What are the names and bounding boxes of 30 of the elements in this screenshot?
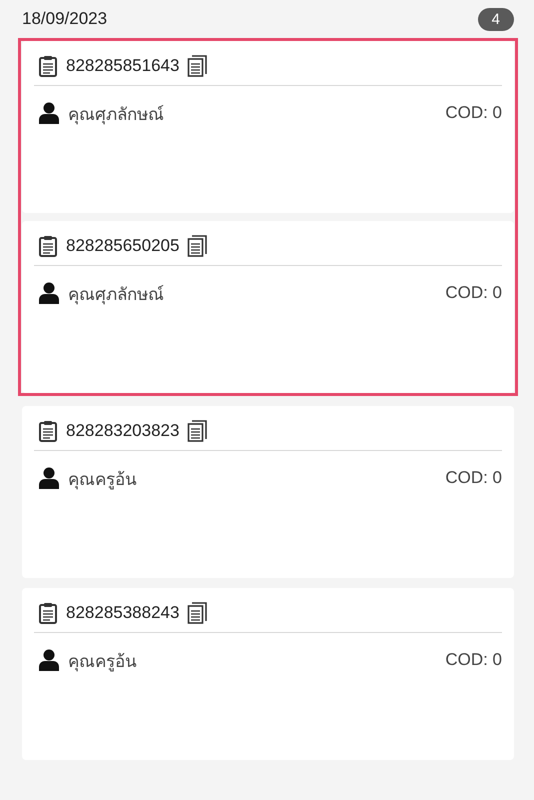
clipboard-icon (38, 602, 58, 624)
tracking-number: 828285650205 (66, 236, 180, 256)
cod-amount: COD: 0 (445, 468, 502, 488)
copy-icon[interactable] (187, 420, 208, 442)
customer-name: คุณครูอ้น (68, 468, 138, 492)
person-icon (38, 102, 60, 124)
clipboard-icon (38, 235, 58, 257)
cod-amount: COD: 0 (445, 103, 502, 123)
order-card[interactable]: 828285388243 คุณครูอ้น COD: 0 (22, 588, 514, 760)
customer-name: คุณศุภลักษณ์ (68, 104, 165, 126)
person-icon (38, 649, 60, 671)
tracking-number: 828283203823 (66, 421, 180, 441)
cod-amount: COD: 0 (445, 650, 502, 670)
copy-icon[interactable] (187, 602, 208, 624)
order-card[interactable]: 828285851643 คุณศุภลักษณ์ COD: 0 (22, 41, 514, 213)
clipboard-icon (38, 55, 58, 77)
count-badge: 4 (478, 8, 514, 30)
copy-icon[interactable] (187, 235, 208, 257)
person-icon (38, 282, 60, 304)
tracking-number: 828285851643 (66, 56, 180, 76)
person-icon (38, 467, 60, 489)
order-card[interactable]: 828285650205 คุณศุภลักษณ์ COD: 0 (22, 221, 514, 393)
tracking-number: 828285388243 (66, 603, 180, 623)
order-card[interactable]: 828283203823 คุณครูอ้น COD: 0 (22, 406, 514, 578)
clipboard-icon (38, 420, 58, 442)
customer-name: คุณศุภลักษณ์ (68, 284, 165, 306)
customer-name: คุณครูอ้น (68, 650, 138, 674)
cod-amount: COD: 0 (445, 283, 502, 303)
date-label: 18/09/2023 (22, 9, 108, 29)
copy-icon[interactable] (187, 55, 208, 77)
